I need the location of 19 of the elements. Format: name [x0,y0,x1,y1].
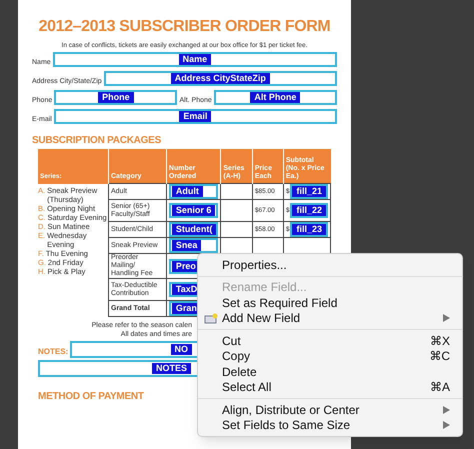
section-heading: SUBSCRIPTION PACKAGES [32,134,162,148]
form-title: 2012–2013 SUBSCRIBER ORDER FORM [38,17,332,37]
field-name: Address CityStateZip [170,72,270,84]
field-name: Snea [172,240,202,252]
shortcut-text: ⌘A [430,379,450,396]
field-name: Preo [172,260,200,272]
field-name: Phone [98,92,134,103]
notes-label: NOTES: [38,346,68,358]
field-name: Student( [172,224,216,236]
field-name: Email [179,110,212,122]
field-name: NOTES [152,363,191,374]
field-name: NO [170,344,192,356]
shortcut-text: ⌘C [429,348,450,366]
field-name: Adult [172,186,203,198]
section-heading: METHOD OF PAYMENT [38,390,144,404]
field-name: Alt Phone [250,92,300,103]
shortcut-text: ⌘X [430,332,450,350]
field-name: Senior 6 [172,205,216,216]
field-name: Name [178,54,212,65]
